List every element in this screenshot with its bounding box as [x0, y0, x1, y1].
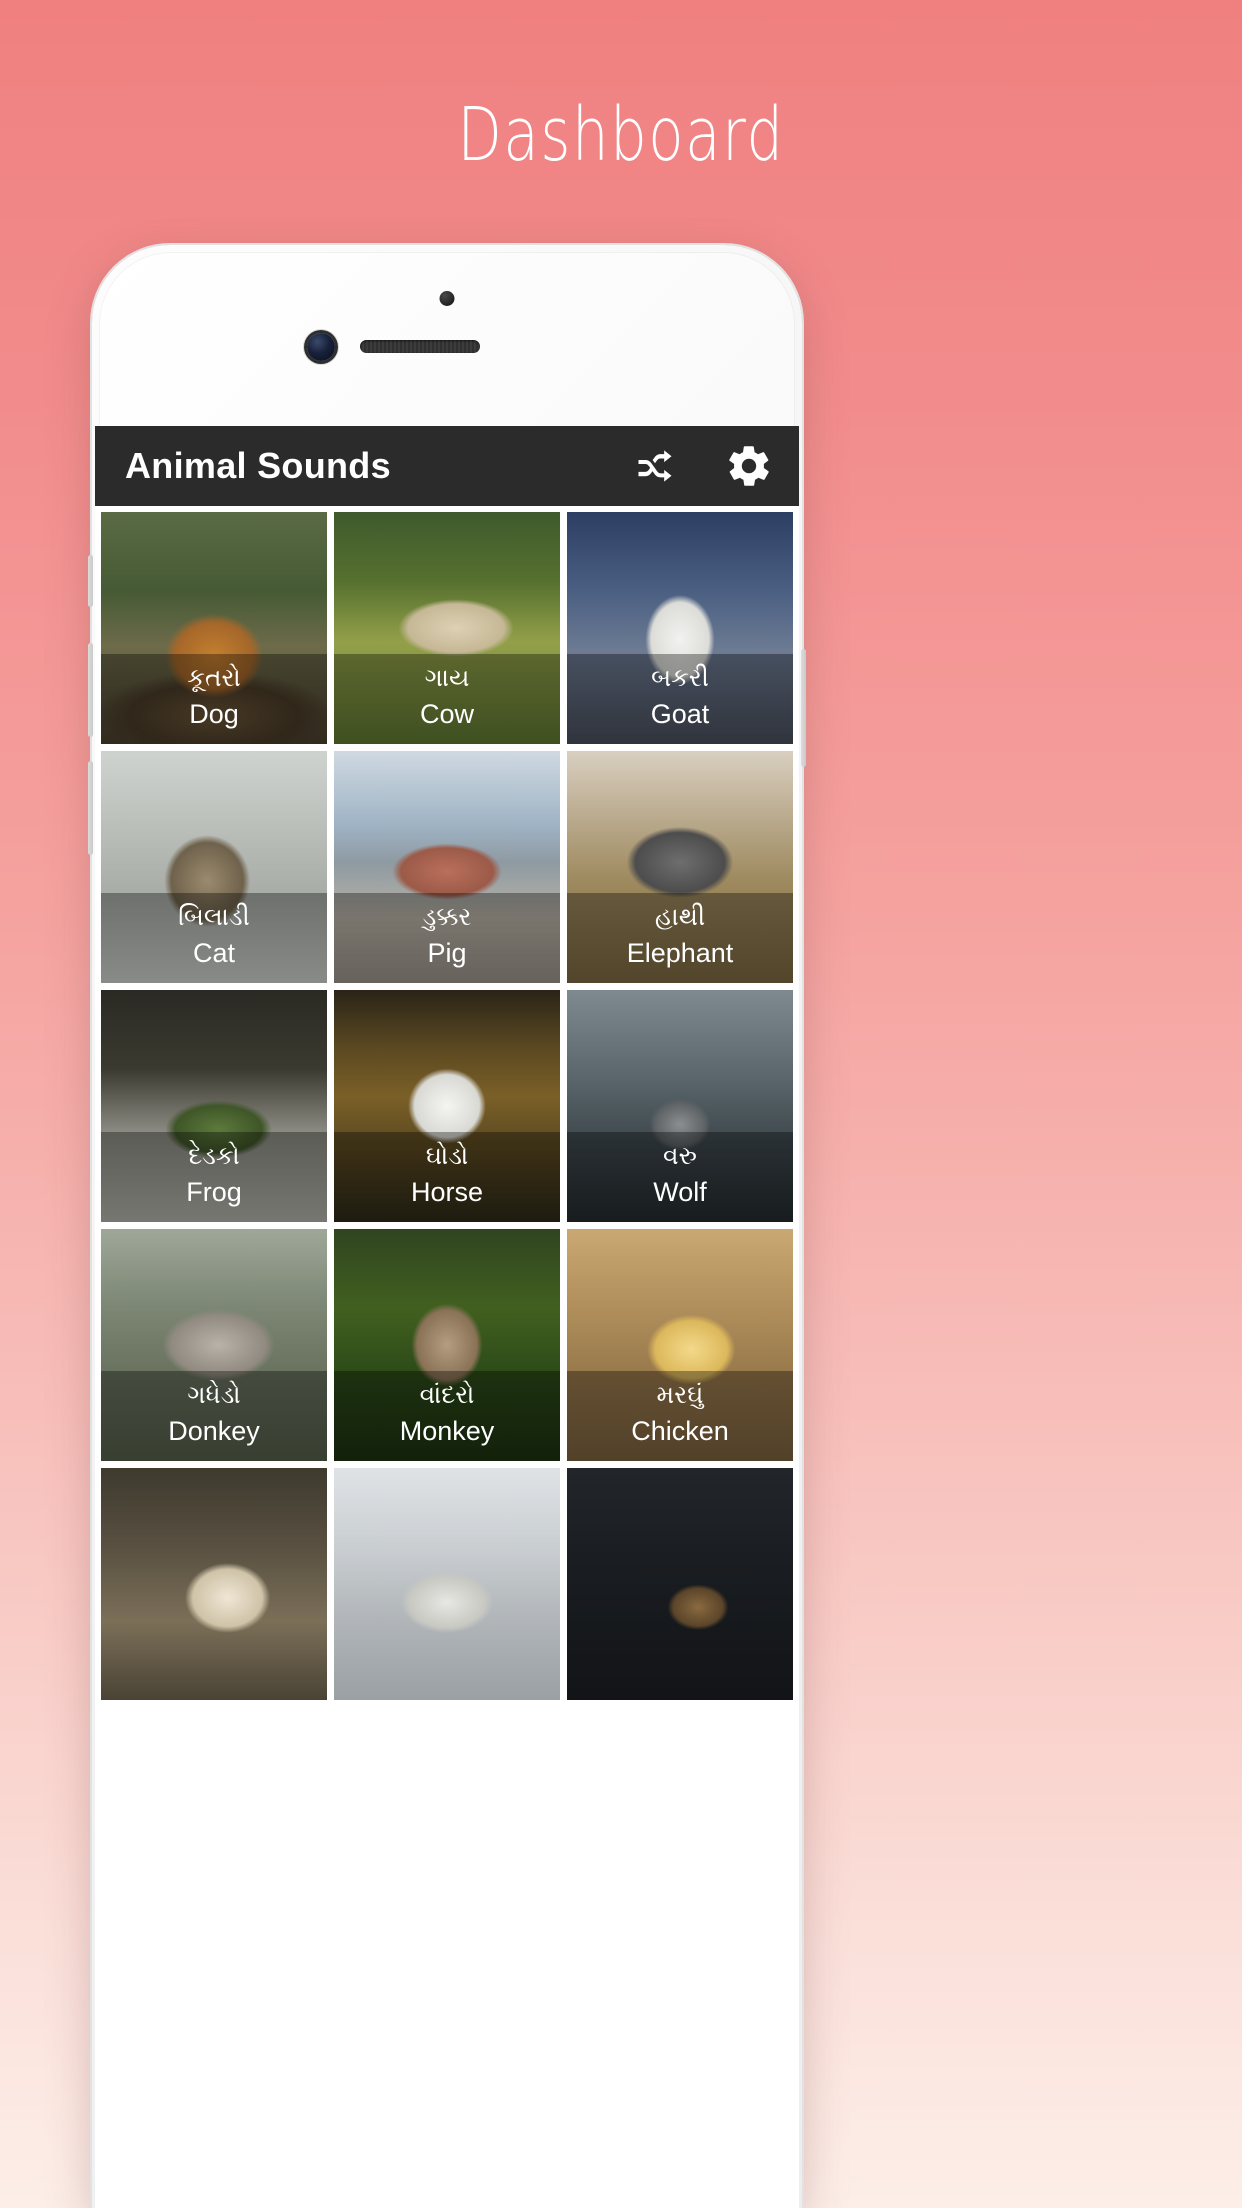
phone-volume-down-button[interactable]: [88, 761, 93, 855]
app-toolbar: Animal Sounds: [95, 426, 799, 506]
animal-card[interactable]: [334, 1468, 560, 1700]
animal-card[interactable]: બિલાડી Cat: [101, 751, 327, 983]
animal-name-english: Monkey: [399, 1415, 495, 1446]
animal-name-english: Pig: [427, 937, 467, 968]
animal-card[interactable]: મરઘું Chicken: [567, 1229, 793, 1461]
app-screen: Animal Sounds કૂતરો Dog ગાય Cow બકરી Goa…: [95, 426, 799, 2208]
animal-card[interactable]: કૂતરો Dog: [101, 512, 327, 744]
animal-name-native: વાંદરો: [419, 1379, 475, 1409]
animal-photo: [334, 1468, 560, 1700]
animal-card[interactable]: ગાય Cow: [334, 512, 560, 744]
animal-grid: કૂતરો Dog ગાય Cow બકરી Goat બિલાડી Cat ડુક્કર Pig…: [95, 506, 799, 1700]
animal-caption: કૂતરો Dog: [101, 653, 327, 744]
phone-mockup: Animal Sounds કૂતરો Dog ગાય Cow બકરી Goa…: [88, 245, 806, 2208]
animal-photo: [567, 1468, 793, 1700]
earpiece-speaker: [360, 340, 480, 353]
phone-screen: Animal Sounds કૂતરો Dog ગાય Cow બકરી Goa…: [95, 426, 799, 2208]
animal-caption: ગધેડો Donkey: [101, 1370, 327, 1461]
toolbar-actions: [631, 442, 773, 490]
animal-card[interactable]: વાંદરો Monkey: [334, 1229, 560, 1461]
animal-card[interactable]: [101, 1468, 327, 1700]
settings-gear-icon: [725, 442, 773, 490]
phone-volume-up-button[interactable]: [88, 643, 93, 737]
animal-name-english: Horse: [410, 1176, 484, 1207]
app-title: Animal Sounds: [125, 445, 391, 486]
animal-name-english: Goat: [650, 698, 710, 729]
animal-name-native: વરુ: [663, 1140, 697, 1170]
animal-caption: વાંદરો Monkey: [334, 1370, 560, 1461]
animal-name-english: Chicken: [631, 1415, 729, 1446]
animal-name-english: Donkey: [168, 1415, 260, 1446]
animal-caption: બિલાડી Cat: [101, 892, 327, 983]
animal-card[interactable]: દેડકો Frog: [101, 990, 327, 1222]
shuffle-icon: [633, 444, 677, 488]
page-title: Dashboard: [457, 92, 785, 178]
animal-name-english: Dog: [189, 698, 239, 729]
shuffle-button[interactable]: [631, 442, 679, 490]
animal-card[interactable]: ગધેડો Donkey: [101, 1229, 327, 1461]
animal-caption: બકરી Goat: [567, 653, 793, 744]
animal-caption: મરઘું Chicken: [567, 1370, 793, 1461]
microphone-icon: [439, 291, 455, 306]
animal-name-native: બકરી: [651, 662, 709, 692]
phone-power-button[interactable]: [801, 649, 806, 767]
animal-caption: ઘોડો Horse: [334, 1131, 560, 1222]
front-camera-icon: [307, 333, 335, 361]
animal-name-native: ઘોડો: [425, 1140, 469, 1170]
animal-name-english: Frog: [186, 1176, 242, 1207]
animal-caption: હાથી Elephant: [567, 892, 793, 983]
animal-name-native: દેડકો: [188, 1140, 240, 1170]
animal-name-english: Wolf: [653, 1176, 707, 1207]
animal-name-english: Cow: [419, 698, 474, 729]
settings-button[interactable]: [725, 442, 773, 490]
animal-caption: ડુક્કર Pig: [334, 892, 560, 983]
animal-name-native: ડુક્કર: [422, 901, 472, 931]
animal-card[interactable]: ડુક્કર Pig: [334, 751, 560, 983]
animal-card[interactable]: વરુ Wolf: [567, 990, 793, 1222]
animal-card[interactable]: [567, 1468, 793, 1700]
phone-mute-switch[interactable]: [88, 555, 93, 607]
animal-name-english: Cat: [192, 937, 236, 968]
animal-name-native: મરઘું: [656, 1379, 704, 1409]
animal-name-native: બિલાડી: [178, 901, 250, 931]
animal-name-english: Elephant: [626, 937, 734, 968]
animal-card[interactable]: હાથી Elephant: [567, 751, 793, 983]
animal-name-native: ગધેડો: [187, 1379, 241, 1409]
animal-name-native: હાથી: [654, 901, 706, 931]
animal-caption: ગાય Cow: [334, 653, 560, 744]
animal-caption: દેડકો Frog: [101, 1131, 327, 1222]
animal-name-native: ગાય: [424, 662, 470, 692]
animal-caption: વરુ Wolf: [567, 1131, 793, 1222]
animal-name-native: કૂતરો: [187, 662, 241, 692]
animal-photo: [101, 1468, 327, 1700]
animal-card[interactable]: બકરી Goat: [567, 512, 793, 744]
animal-card[interactable]: ઘોડો Horse: [334, 990, 560, 1222]
